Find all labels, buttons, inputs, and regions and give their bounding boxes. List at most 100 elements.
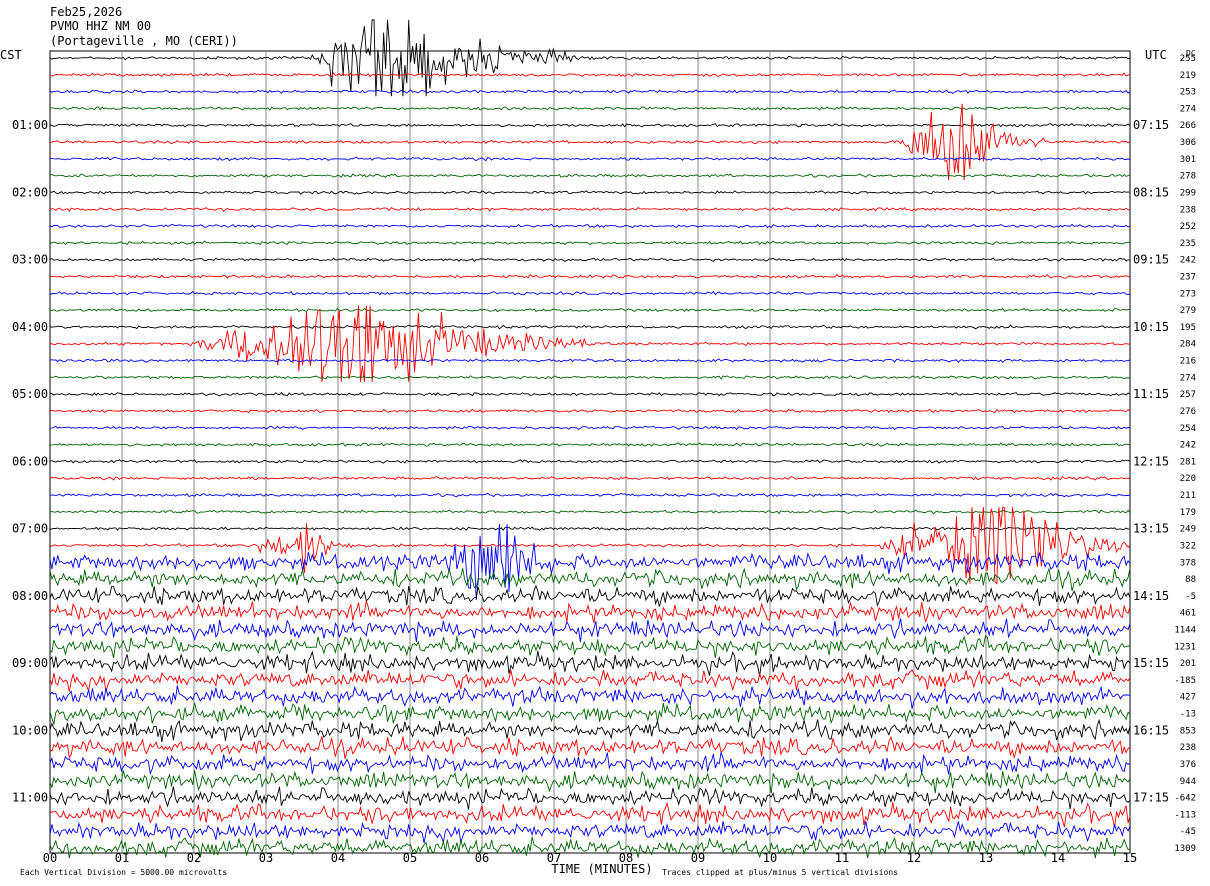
seismic-trace bbox=[49, 89, 1131, 94]
seismic-trace bbox=[49, 650, 1131, 677]
right-hour-label: 10:15 bbox=[1133, 320, 1169, 334]
dc-offset-label: 274 bbox=[1180, 373, 1196, 383]
x-tick-label: 01 bbox=[115, 851, 129, 865]
seismic-trace bbox=[49, 103, 1131, 181]
dc-offset-label: 242 bbox=[1180, 441, 1196, 451]
seismic-trace bbox=[49, 305, 1131, 382]
dc-offset-label: 220 bbox=[1180, 474, 1196, 484]
dc-offset-label: 1309 bbox=[1174, 844, 1196, 854]
seismic-trace bbox=[49, 273, 1131, 279]
dc-offset-label: 378 bbox=[1180, 558, 1196, 568]
seismic-trace bbox=[49, 669, 1131, 693]
dc-offset-label: 281 bbox=[1180, 457, 1196, 467]
x-tick-label: 10 bbox=[763, 851, 777, 865]
seismic-trace bbox=[49, 786, 1131, 810]
x-tick-label: 11 bbox=[835, 851, 849, 865]
seismic-trace bbox=[49, 584, 1131, 607]
x-tick-label: 02 bbox=[187, 851, 201, 865]
seismic-trace bbox=[49, 240, 1131, 246]
dc-offset-label: 427 bbox=[1180, 693, 1196, 703]
x-tick-label: 00 bbox=[43, 851, 57, 865]
right-hour-label: 17:15 bbox=[1133, 791, 1169, 805]
seismic-trace bbox=[49, 425, 1131, 431]
dc-offset-label: 376 bbox=[1180, 760, 1196, 770]
seismic-trace bbox=[49, 718, 1131, 743]
division-note: Each Vertical Division = 5000.00 microvo… bbox=[20, 868, 227, 877]
right-hour-label: 07:15 bbox=[1133, 118, 1169, 132]
right-hour-label: 08:15 bbox=[1133, 185, 1169, 199]
dc-header-label: DC bbox=[1186, 49, 1196, 58]
dc-offset-label: 306 bbox=[1180, 138, 1196, 148]
dc-offset-label: -5 bbox=[1185, 592, 1196, 602]
left-hour-label: 08:00 bbox=[12, 589, 48, 603]
dc-offset-label: 88 bbox=[1185, 575, 1196, 585]
seismic-trace bbox=[49, 307, 1131, 313]
x-tick-label: 09 bbox=[691, 851, 705, 865]
dc-offset-label: 195 bbox=[1180, 323, 1196, 333]
seismic-trace bbox=[49, 524, 1131, 601]
seismic-trace bbox=[49, 19, 1131, 97]
dc-offset-label: 853 bbox=[1180, 726, 1196, 736]
seismic-trace bbox=[49, 492, 1131, 498]
seismic-trace bbox=[49, 223, 1131, 229]
dc-offset-label: 299 bbox=[1180, 188, 1196, 198]
dc-offset-label: -642 bbox=[1174, 794, 1196, 804]
dc-offset-label: 278 bbox=[1180, 172, 1196, 182]
seismic-trace bbox=[49, 821, 1131, 844]
dc-offset-label: 461 bbox=[1180, 609, 1196, 619]
left-hour-label: 03:00 bbox=[12, 253, 48, 267]
dc-offset-label: 273 bbox=[1180, 289, 1196, 299]
dc-offset-label: 237 bbox=[1180, 273, 1196, 283]
seismic-trace bbox=[49, 358, 1131, 364]
x-tick-label: 12 bbox=[907, 851, 921, 865]
seismic-trace bbox=[49, 173, 1131, 179]
x-tick-label: 03 bbox=[259, 851, 273, 865]
dc-offset-label: 274 bbox=[1180, 104, 1196, 114]
dc-offset-label: 235 bbox=[1180, 239, 1196, 249]
seismic-trace bbox=[49, 509, 1131, 515]
x-axis-title: TIME (MINUTES) bbox=[551, 862, 652, 876]
dc-offset-label: 242 bbox=[1180, 256, 1196, 266]
seismic-trace bbox=[49, 290, 1131, 296]
dc-offset-label: 257 bbox=[1180, 390, 1196, 400]
seismic-trace bbox=[49, 600, 1131, 624]
dc-offset-label: 252 bbox=[1180, 222, 1196, 232]
right-hour-label: 14:15 bbox=[1133, 589, 1169, 603]
right-hour-label: 11:15 bbox=[1133, 387, 1169, 401]
seismic-trace bbox=[49, 526, 1131, 531]
seismic-trace bbox=[49, 190, 1131, 195]
left-hour-label: 01:00 bbox=[12, 118, 48, 132]
x-tick-label: 13 bbox=[979, 851, 993, 865]
dc-offset-label: 276 bbox=[1180, 407, 1196, 417]
right-hour-label: 09:15 bbox=[1133, 253, 1169, 267]
dc-offset-label: 238 bbox=[1180, 743, 1196, 753]
seismic-trace bbox=[49, 702, 1131, 726]
left-hour-label: 05:00 bbox=[12, 387, 48, 401]
seismic-trace bbox=[49, 801, 1131, 828]
dc-offset-label: 211 bbox=[1180, 491, 1196, 501]
left-hour-label: 06:00 bbox=[12, 454, 48, 468]
seismic-trace bbox=[49, 375, 1131, 380]
seismic-trace bbox=[49, 770, 1131, 794]
seismic-trace bbox=[49, 735, 1131, 760]
seismic-trace bbox=[49, 635, 1131, 659]
right-hour-label: 15:15 bbox=[1133, 656, 1169, 670]
seismic-trace bbox=[49, 618, 1131, 642]
left-hour-label: 11:00 bbox=[12, 791, 48, 805]
dc-offset-label: 179 bbox=[1180, 508, 1196, 518]
right-hour-label: 16:15 bbox=[1133, 723, 1169, 737]
seismic-trace bbox=[49, 685, 1131, 709]
dc-offset-label: 1231 bbox=[1174, 642, 1196, 652]
dc-offset-label: 216 bbox=[1180, 357, 1196, 367]
seismic-trace bbox=[49, 475, 1131, 481]
dc-offset-label: 284 bbox=[1180, 340, 1196, 350]
dc-offset-label: 238 bbox=[1180, 205, 1196, 215]
dc-offset-label: 279 bbox=[1180, 306, 1196, 316]
dc-offset-label: 266 bbox=[1180, 121, 1196, 131]
seismic-trace bbox=[50, 106, 1131, 111]
helicorder-chart: Feb25,2026 PVMO HHZ NM 00 (Portageville … bbox=[0, 0, 1210, 886]
dc-offset-label: -185 bbox=[1174, 676, 1196, 686]
dc-offset-label: 322 bbox=[1180, 541, 1196, 551]
x-tick-label: 05 bbox=[403, 851, 417, 865]
left-hour-label: 09:00 bbox=[12, 656, 48, 670]
